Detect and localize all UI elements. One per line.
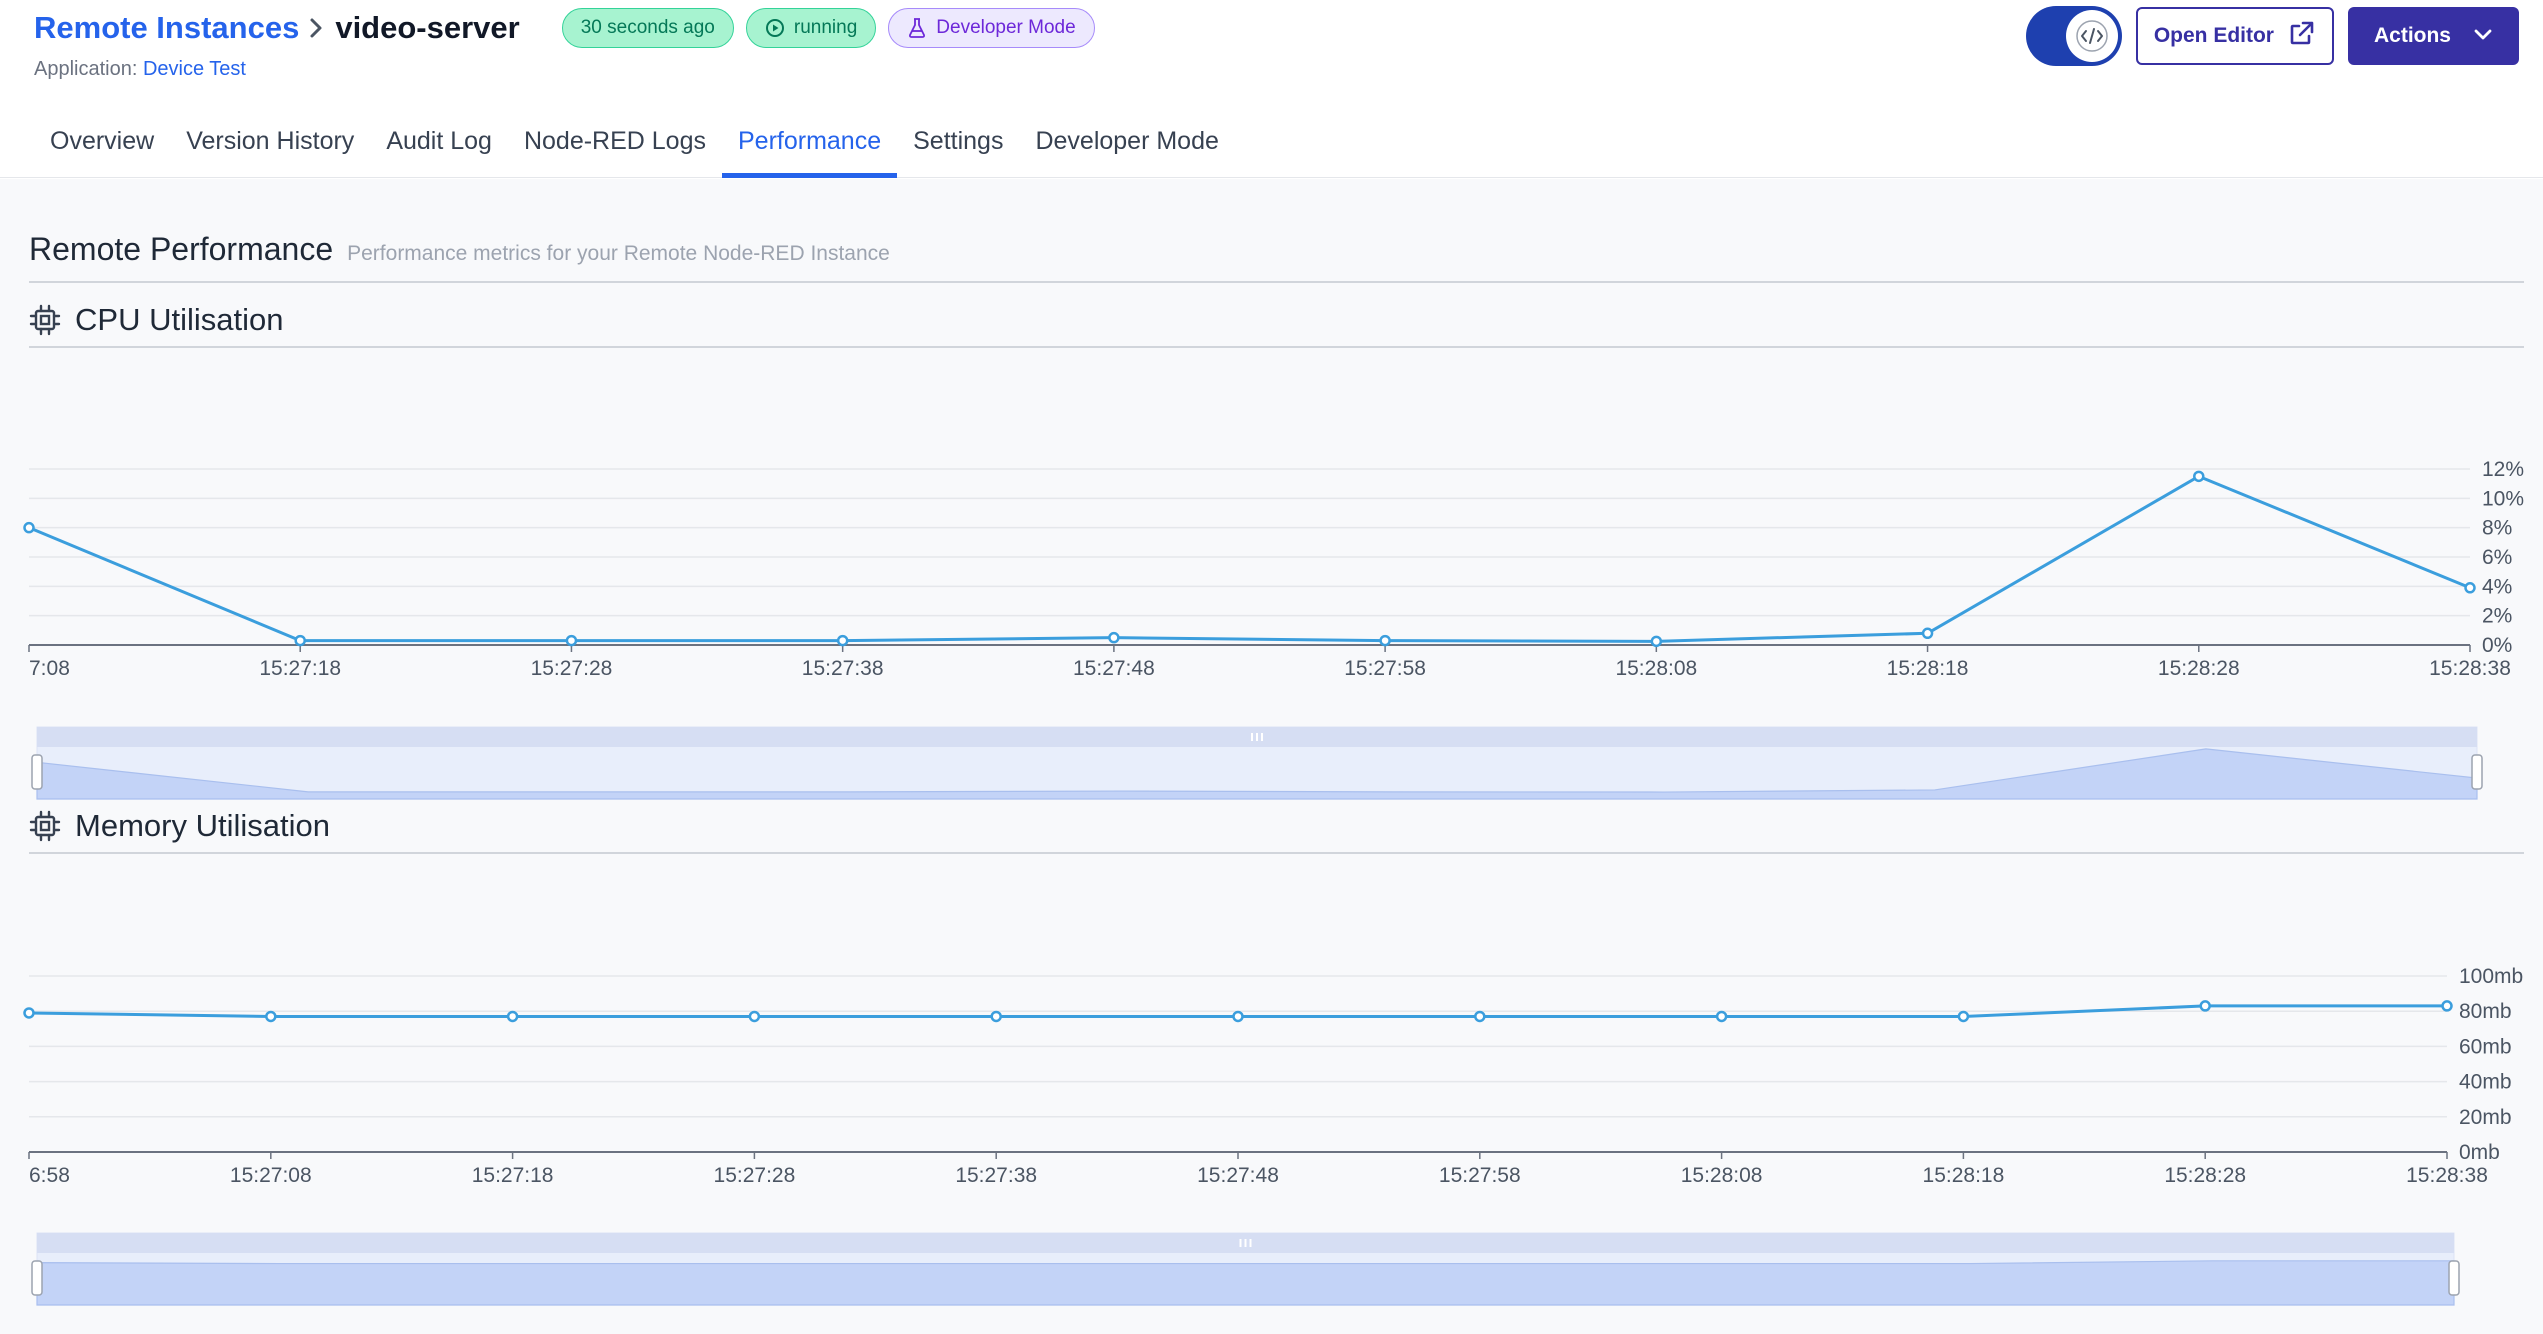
cpu-y-tick-label: 12% — [2482, 458, 2524, 481]
cpu-y-tick-label: 0% — [2482, 634, 2512, 657]
memory-x-tick-label: 15:27:58 — [1439, 1164, 1521, 1187]
tab-version-history[interactable]: Version History — [170, 120, 370, 178]
memory-data-point — [1957, 1010, 1970, 1023]
memory-chart-title: Memory Utilisation — [75, 808, 330, 843]
memory-data-point — [265, 1010, 277, 1023]
memory-x-tick-label: 15:27:08 — [230, 1164, 312, 1187]
cpu-y-tick-label: 6% — [2482, 546, 2512, 569]
memory-data-point — [990, 1010, 1002, 1023]
memory-data-point — [506, 1010, 519, 1023]
instance-header: Remote Instances video-server 30 seconds… — [0, 0, 2543, 178]
external-link-icon — [2288, 19, 2316, 53]
cpu-data-point — [2193, 470, 2205, 483]
memory-x-tick-label: 15:27:28 — [714, 1164, 796, 1187]
header-actions: Open Editor Actions — [2025, 6, 2519, 66]
memory-y-tick-label: 0mb — [2459, 1141, 2500, 1164]
cpu-x-tick-label: 7:08 — [29, 657, 70, 680]
beaker-icon — [907, 17, 927, 39]
status-badges: 30 seconds ago running Developer Mode — [561, 8, 1095, 48]
memory-y-tick-label: 100mb — [2459, 965, 2523, 988]
developer-mode-badge: Developer Mode — [888, 8, 1095, 48]
cpu-zoom-handle-right[interactable] — [2471, 754, 2483, 790]
actions-label: Actions — [2373, 24, 2451, 47]
cpu-chip-icon — [29, 810, 61, 842]
developer-mode-badge-label: Developer Mode — [936, 17, 1076, 38]
status-badge-label: running — [793, 17, 858, 38]
status-badge: running — [745, 8, 877, 48]
tab-overview[interactable]: Overview — [34, 120, 170, 178]
memory-x-tick-label: 15:27:18 — [472, 1164, 554, 1187]
tab-performance[interactable]: Performance — [721, 120, 898, 178]
cpu-data-point — [1650, 635, 1663, 648]
cpu-data-point — [294, 634, 306, 647]
memory-x-tick-label: 15:27:38 — [955, 1164, 1037, 1187]
application-line: Application: Device Test — [34, 58, 246, 81]
memory-zoom-preview-area — [36, 1260, 2455, 1306]
last-seen-badge: 30 seconds ago — [561, 8, 734, 48]
cpu-y-tick-label: 8% — [2482, 517, 2512, 540]
memory-data-point — [748, 1010, 761, 1023]
cpu-series-line — [28, 474, 2471, 643]
memory-data-point — [23, 1007, 35, 1019]
cpu-x-tick-label: 15:27:18 — [259, 657, 341, 680]
memory-chart-heading: Memory Utilisation — [29, 800, 2524, 854]
memory-x-tick-label: 15:27:48 — [1197, 1164, 1279, 1187]
cpu-data-point — [23, 521, 35, 534]
play-circle-icon — [765, 18, 785, 38]
open-editor-button[interactable]: Open Editor — [2135, 7, 2334, 65]
tab-settings[interactable]: Settings — [897, 120, 1019, 178]
cpu-y-tick-label: 4% — [2482, 575, 2512, 598]
code-icon — [2065, 10, 2118, 62]
memory-x-tick-label: 15:28:28 — [2164, 1164, 2246, 1187]
instance-tabs: Overview Version History Audit Log Node-… — [34, 120, 1235, 178]
cpu-x-tick-label: 15:28:08 — [1615, 657, 1697, 680]
cpu-data-point — [1108, 631, 1120, 644]
cpu-data-point — [1379, 634, 1391, 647]
application-link[interactable]: Device Test — [143, 58, 246, 80]
cpu-x-tick-label: 15:28:18 — [1887, 657, 1969, 680]
page-title: video-server — [335, 10, 520, 45]
memory-x-tick-label: 15:28:18 — [1923, 1164, 2005, 1187]
cpu-x-tick-label: 15:27:38 — [802, 657, 884, 680]
memory-zoom-handle-right[interactable] — [2448, 1260, 2460, 1296]
memory-x-tick-label: 15:28:08 — [1681, 1164, 1763, 1187]
tab-node-red-logs[interactable]: Node-RED Logs — [508, 120, 722, 178]
cpu-x-tick-label: 15:28:38 — [2429, 657, 2511, 680]
cpu-data-point — [2464, 582, 2476, 594]
memory-zoom-handle-left[interactable] — [31, 1260, 43, 1296]
memory-y-tick-label: 20mb — [2459, 1106, 2512, 1129]
memory-data-point — [2441, 1000, 2453, 1012]
memory-y-tick-label: 60mb — [2459, 1035, 2512, 1058]
tab-developer-mode[interactable]: Developer Mode — [1019, 120, 1234, 178]
cpu-x-tick-label: 15:28:28 — [2158, 657, 2240, 680]
breadcrumb-remote-instances-link[interactable]: Remote Instances — [34, 10, 299, 46]
memory-y-tick-label: 40mb — [2459, 1071, 2512, 1094]
cpu-data-point — [836, 634, 849, 647]
application-label: Application: — [34, 58, 138, 80]
memory-data-point — [1232, 1010, 1244, 1023]
tab-audit-log[interactable]: Audit Log — [370, 120, 508, 178]
cpu-y-tick-label: 2% — [2482, 605, 2512, 628]
performance-content: Remote Performance Performance metrics f… — [0, 179, 2543, 1334]
actions-dropdown-button[interactable]: Actions — [2347, 7, 2519, 65]
memory-data-point — [2199, 1000, 2211, 1012]
cpu-data-point — [565, 634, 578, 647]
memory-x-tick-label: 6:58 — [29, 1164, 70, 1187]
cpu-y-tick-label: 10% — [2482, 487, 2524, 510]
chevron-right-icon — [307, 15, 325, 41]
memory-data-point — [1474, 1010, 1486, 1023]
cpu-utilisation-chart: 0% 2% 4% 6% 8% 10% 12% 7:08 15:27:18 15:27:28 15:2… — [23, 458, 2524, 1306]
cpu-x-tick-label: 15:27:58 — [1344, 657, 1426, 680]
open-editor-label: Open Editor — [2153, 24, 2274, 47]
developer-mode-toggle[interactable] — [2025, 6, 2122, 66]
memory-y-tick-label: 80mb — [2459, 1000, 2512, 1023]
cpu-zoom-handle-left[interactable] — [31, 754, 43, 790]
cpu-data-point — [1921, 627, 1934, 640]
cpu-x-tick-label: 15:27:48 — [1073, 657, 1155, 680]
memory-x-tick-label: 15:28:38 — [2406, 1164, 2488, 1187]
chevron-down-icon — [2473, 24, 2493, 48]
memory-data-point — [1715, 1010, 1728, 1023]
breadcrumb: Remote Instances video-server 30 seconds… — [34, 8, 1095, 48]
cpu-x-tick-label: 15:27:28 — [531, 657, 613, 680]
